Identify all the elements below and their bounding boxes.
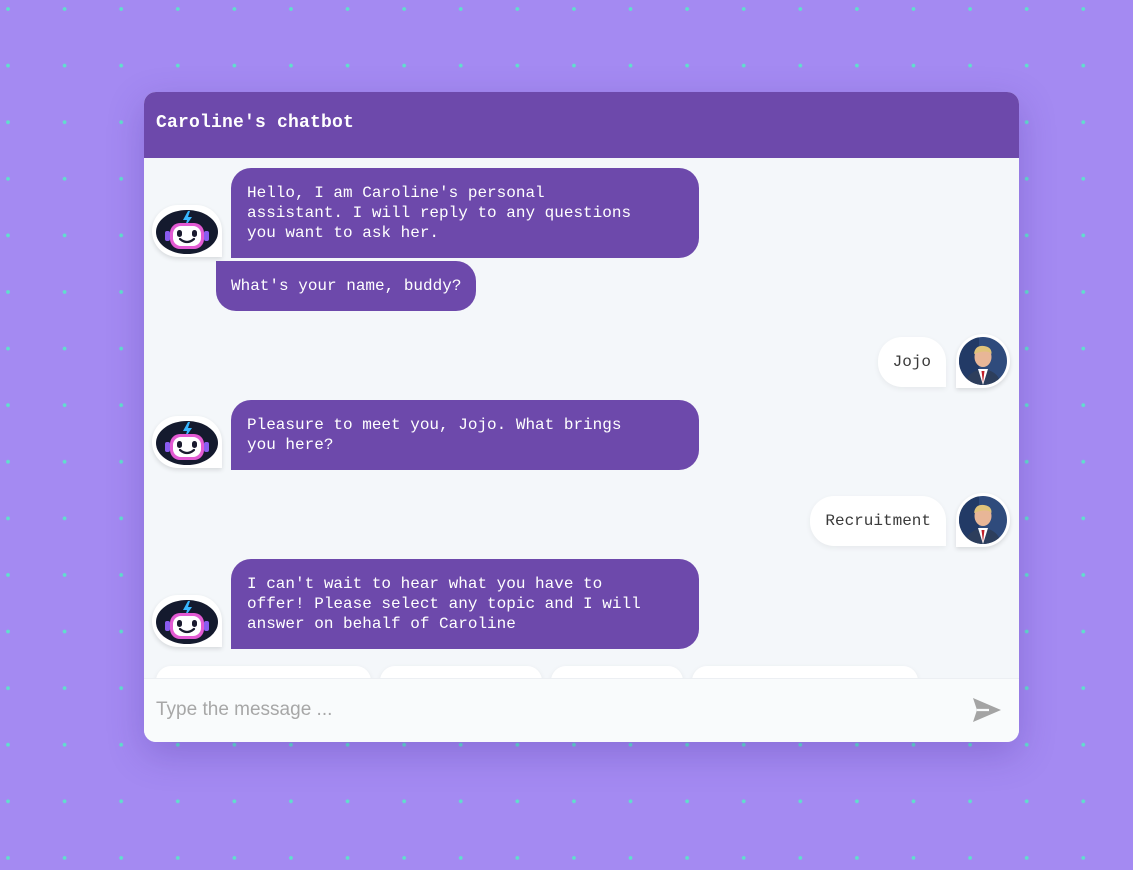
- bot-message: Pleasure to meet you, Jojo. What brings …: [231, 400, 699, 470]
- user-avatar: [956, 334, 1010, 388]
- user-message: Recruitment: [810, 496, 946, 546]
- message-input[interactable]: [156, 693, 946, 727]
- robot-face-icon: [156, 600, 218, 644]
- bot-avatar: [152, 205, 222, 257]
- chat-window: Caroline's chatbot Hello, I am Caroline'…: [144, 92, 1019, 742]
- topic-chip[interactable]: [692, 666, 918, 678]
- chat-title: Caroline's chatbot: [156, 113, 355, 133]
- robot-face-icon: [156, 210, 218, 254]
- user-photo-icon: [959, 496, 1007, 544]
- chat-header: Caroline's chatbot: [144, 92, 1019, 158]
- topic-chip[interactable]: [156, 666, 371, 678]
- user-avatar: [956, 493, 1010, 547]
- bot-avatar: [152, 595, 222, 647]
- user-photo-icon: [959, 337, 1007, 385]
- bot-message: What's your name, buddy?: [216, 261, 477, 311]
- bot-message: Hello, I am Caroline's personal assistan…: [231, 168, 699, 258]
- user-message: Jojo: [877, 337, 946, 387]
- topic-chip[interactable]: [380, 666, 542, 678]
- robot-face-icon: [156, 421, 218, 465]
- message-list[interactable]: Hello, I am Caroline's personal assistan…: [144, 158, 1019, 678]
- send-icon: [973, 698, 1001, 722]
- message-composer: [144, 678, 1019, 742]
- send-button[interactable]: [971, 695, 1003, 725]
- bot-message: I can't wait to hear what you have to of…: [231, 559, 699, 649]
- topic-chip[interactable]: [551, 666, 683, 678]
- bot-avatar: [152, 416, 222, 468]
